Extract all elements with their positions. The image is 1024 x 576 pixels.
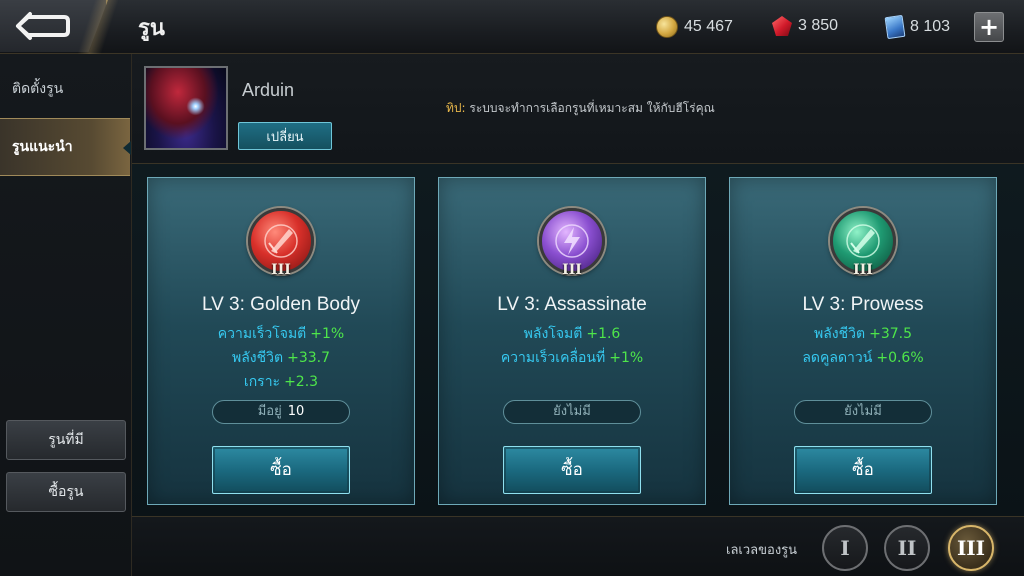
stat-row: พลังโจมตี +1.6 bbox=[439, 323, 705, 347]
stat-value: +1% bbox=[609, 350, 644, 366]
level-3-button[interactable]: III bbox=[948, 525, 994, 571]
stat-name: ความเร็วเคลื่อนที่ bbox=[500, 350, 606, 366]
rune-card-golden-body: III LV 3: Golden Body ความเร็วโจมตี +1% พ… bbox=[147, 177, 415, 505]
stat-value: +1.6 bbox=[586, 326, 621, 342]
voucher-currency: 8 103 bbox=[884, 14, 951, 40]
stat-row: ลดคูลดาวน์ +0.6% bbox=[730, 347, 996, 371]
tab-recommended-rune[interactable]: รูนแนะนำ bbox=[0, 118, 131, 176]
tab-install-rune[interactable]: ติดตั้งรูน bbox=[0, 60, 130, 118]
voucher-card-icon bbox=[884, 14, 906, 40]
rune-title: LV 3: Golden Body bbox=[201, 294, 361, 315]
buy-button[interactable]: ซื้อ bbox=[212, 446, 350, 494]
level-1-button[interactable]: I bbox=[822, 525, 868, 571]
tip-text: ทิป: ระบบจะทำการเลือกรูนที่เหมาะสม ให้กั… bbox=[446, 99, 715, 118]
stat-name: พลังชีวิต bbox=[231, 350, 284, 366]
rune-card-prowess: III LV 3: Prowess พลังชีวิต +37.5 ลดคูลดา… bbox=[729, 177, 997, 505]
ruby-currency: 3 850 bbox=[772, 16, 838, 36]
voucher-amount: 8 103 bbox=[910, 18, 951, 35]
tip-message: ระบบจะทำการเลือกรูนที่เหมาะสม ให้กับฮีโร… bbox=[469, 101, 715, 115]
rune-stats: พลังโจมตี +1.6 ความเร็วเคลื่อนที่ +1% bbox=[439, 323, 705, 371]
gold-currency: 45 467 bbox=[656, 16, 733, 38]
buy-button[interactable]: ซื้อ bbox=[503, 446, 641, 494]
not-owned-pill: ยังไม่มี bbox=[503, 400, 641, 424]
rune-title: LV 3: Prowess bbox=[802, 294, 924, 315]
stat-row: เกราะ +2.3 bbox=[148, 371, 414, 395]
level-2-button[interactable]: II bbox=[884, 525, 930, 571]
rune-level-numeral: III bbox=[562, 262, 582, 278]
owned-runes-button[interactable]: รูนที่มี bbox=[6, 420, 126, 460]
gold-amount: 45 467 bbox=[684, 18, 733, 35]
rune-stats: พลังชีวิต +37.5 ลดคูลดาวน์ +0.6% bbox=[730, 323, 996, 371]
sword-rune-icon bbox=[264, 224, 298, 258]
ruby-gem-icon bbox=[772, 16, 792, 36]
stat-name: เกราะ bbox=[243, 374, 281, 390]
rune-card-assassinate: III LV 3: Assassinate พลังโจมตี +1.6 ความ… bbox=[438, 177, 706, 505]
owned-value: 10 bbox=[287, 404, 305, 419]
hero-name: Arduin bbox=[242, 80, 295, 100]
stat-name: ลดคูลดาวน์ bbox=[802, 350, 873, 366]
rune-title: LV 3: Assassinate bbox=[497, 294, 647, 315]
buy-runes-button[interactable]: ซื้อรูน bbox=[6, 472, 126, 512]
tip-label: ทิป: bbox=[446, 101, 466, 115]
stat-value: +37.5 bbox=[869, 326, 912, 342]
gold-coin-icon bbox=[656, 16, 678, 38]
ruby-amount: 3 850 bbox=[798, 17, 839, 34]
stat-name: พลังโจมตี bbox=[523, 326, 583, 342]
owned-count-pill: มีอยู่ 10 bbox=[212, 400, 350, 424]
stat-row: พลังชีวิต +33.7 bbox=[148, 347, 414, 371]
stat-name: พลังชีวิต bbox=[813, 326, 866, 342]
rune-level-numeral: III bbox=[271, 262, 291, 278]
sword-rune-icon bbox=[846, 224, 880, 258]
change-hero-button[interactable]: เปลี่ยน bbox=[238, 122, 332, 150]
stat-name: ความเร็วโจมตี bbox=[217, 326, 307, 342]
stat-value: +0.6% bbox=[876, 350, 924, 366]
stat-value: +2.3 bbox=[284, 374, 319, 390]
page-title: รูน bbox=[138, 16, 165, 41]
add-currency-button[interactable]: + bbox=[974, 12, 1004, 42]
rune-level-numeral: III bbox=[853, 262, 873, 278]
rune-level-label: เลเวลของรูน bbox=[726, 543, 798, 558]
not-owned-pill: ยังไม่มี bbox=[794, 400, 932, 424]
stat-value: +1% bbox=[310, 326, 345, 342]
stat-row: พลังชีวิต +37.5 bbox=[730, 323, 996, 347]
stat-row: ความเร็วโจมตี +1% bbox=[148, 323, 414, 347]
buy-button[interactable]: ซื้อ bbox=[794, 446, 932, 494]
owned-label: มีอยู่ bbox=[257, 404, 282, 419]
stat-value: +33.7 bbox=[287, 350, 330, 366]
rune-stats: ความเร็วโจมตี +1% พลังชีวิต +33.7 เกราะ +2.… bbox=[148, 323, 414, 395]
stat-row: ความเร็วเคลื่อนที่ +1% bbox=[439, 347, 705, 371]
back-arrow-icon bbox=[16, 12, 70, 40]
lightning-rune-icon bbox=[555, 224, 589, 258]
top-bar: รูน 45 467 3 850 8 103 + bbox=[0, 0, 1024, 54]
hero-portrait bbox=[144, 66, 228, 150]
